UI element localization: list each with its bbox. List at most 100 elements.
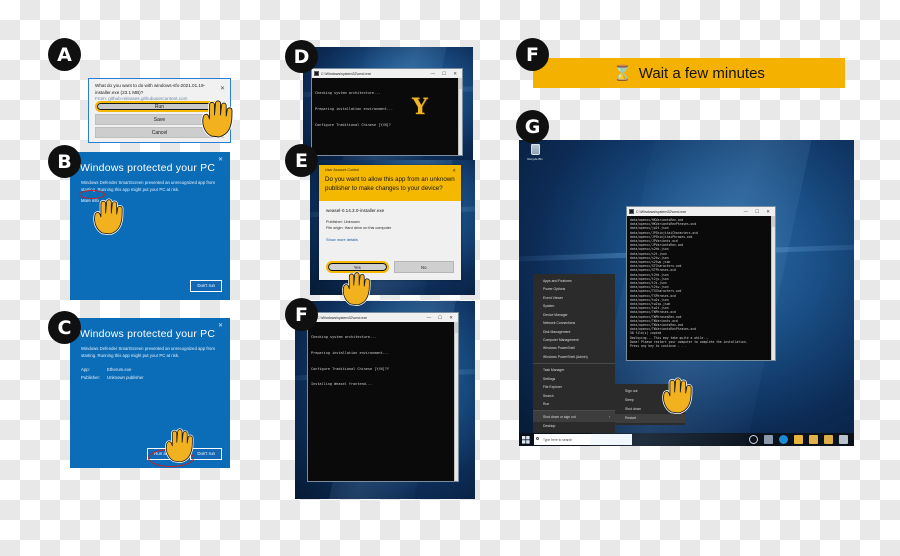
windows-logo-icon — [522, 435, 530, 444]
minimize-icon[interactable]: — — [744, 209, 749, 214]
taskbar-search-input[interactable]: Type here to search — [534, 434, 632, 445]
chevron-right-icon: › — [608, 415, 610, 420]
publisher-row: Publisher: Unknown publisher — [81, 374, 219, 381]
cmd-scrollbar-thumb[interactable] — [459, 78, 462, 89]
step-badge-b-1: B — [48, 145, 81, 178]
power-menu-item-windows-powershell-admin[interactable]: Windows PowerShell (Admin) — [533, 353, 615, 361]
edge-icon[interactable] — [779, 435, 788, 444]
cmd-line: Configure Traditional Chinese [Y/N]? — [315, 122, 391, 127]
desktop-background-e: User Account Control ✕ Do you want to al… — [310, 160, 475, 295]
hand-cursor-icon — [165, 428, 194, 463]
close-icon[interactable]: ✕ — [766, 209, 770, 215]
cortana-icon[interactable] — [749, 435, 758, 444]
step-badge-e-4: E — [285, 144, 318, 177]
power-menu-item-windows-powershell[interactable]: Windows PowerShell — [533, 344, 615, 352]
power-menu-item-file-explorer[interactable]: File Explorer — [533, 383, 615, 391]
cmd-title-text: C:\Windows\system32\cmd.exe — [321, 71, 372, 76]
power-menu-item-computer-management[interactable]: Computer Management — [533, 336, 615, 344]
cmd-title-text: C:\Windows\system32\cmd.exe — [636, 209, 687, 214]
close-icon[interactable]: ✕ — [449, 315, 453, 321]
cmd-scrollbar[interactable] — [458, 78, 462, 155]
cmd-icon[interactable] — [839, 435, 848, 444]
task-view-icon[interactable] — [764, 435, 773, 444]
power-menu-item-settings[interactable]: Settings — [533, 374, 615, 382]
power-menu-item-run[interactable]: Run — [533, 400, 615, 408]
cmd-title-bar[interactable]: C:\Windows\system32\cmd.exe — ☐ ✕ — [312, 69, 462, 78]
cmd-scrollbar-thumb[interactable] — [455, 322, 458, 333]
start-button[interactable] — [519, 435, 533, 444]
smartscreen-title: Windows protected your PC — [80, 162, 216, 174]
run-button-label: Run — [154, 103, 165, 110]
step-badge-g-7: G — [516, 110, 549, 143]
illustration-stage: What do you want to do with windows-sfx-… — [0, 0, 900, 556]
cmd-title-bar[interactable]: C:\Windows\system32\cmd.exe — ☐ ✕ — [627, 207, 775, 216]
cmd-scrollbar[interactable] — [771, 216, 775, 360]
uac-dialog-tag: User Account Control — [325, 168, 359, 172]
maximize-icon[interactable]: ☐ — [438, 315, 442, 321]
power-submenu-item-label: Sleep — [625, 398, 634, 403]
power-menu-item-system[interactable]: System — [533, 302, 615, 310]
cmd-icon — [629, 209, 634, 214]
power-menu-item-device-manager[interactable]: Device Manager — [533, 310, 615, 318]
wait-banner: ⌛ Wait a few minutes — [533, 58, 845, 88]
close-icon[interactable]: ✕ — [218, 322, 223, 329]
power-menu-item-network-connections[interactable]: Network Connections — [533, 319, 615, 327]
step-badge-c-2: C — [48, 311, 81, 344]
power-menu-item-event-viewer[interactable]: Event Viewer — [533, 294, 615, 302]
power-menu-item-power-options[interactable]: Power Options — [533, 285, 615, 293]
wait-banner-text: Wait a few minutes — [638, 64, 765, 82]
power-menu-item-label: Desktop — [543, 423, 556, 428]
store-icon[interactable] — [809, 435, 818, 444]
cmd-line: Installing Weasel frontend... — [311, 382, 373, 387]
app-value: Etherum.exe — [107, 367, 132, 373]
power-menu-item-label: Disk Management — [543, 329, 571, 334]
uac-dialog: User Account Control ✕ Do you want to al… — [319, 165, 461, 280]
recycle-bin-icon — [530, 144, 540, 155]
power-menu-item-search[interactable]: Search — [533, 391, 615, 399]
close-icon[interactable]: ✕ — [220, 85, 225, 94]
dont-run-button-label: Don't run — [197, 450, 215, 456]
desktop-background-d: C:\Windows\system32\cmd.exe — ☐ ✕ Checki… — [303, 47, 473, 165]
file-explorer-icon[interactable] — [794, 435, 803, 444]
cmd-icon — [314, 71, 319, 76]
power-menu-item-task-manager[interactable]: Task Manager — [533, 363, 615, 374]
cmd-title-bar[interactable]: C:\Windows\system32\cmd.exe — ☐ ✕ — [308, 313, 458, 322]
power-menu-item-label: Apps and Features — [543, 278, 572, 283]
no-button[interactable]: No — [393, 261, 454, 273]
mail-icon[interactable] — [824, 435, 833, 444]
cmd-output-g: data/opencc/HKVariantsRev.ocd data/opencc… — [627, 216, 775, 360]
hand-cursor-icon — [201, 99, 234, 138]
close-icon[interactable]: ✕ — [452, 168, 456, 174]
power-menu-item-shut-down-or-sign-out[interactable]: Shut down or sign out › — [533, 410, 615, 422]
smartscreen-body-text: Windows Defender SmartScreen prevented a… — [81, 346, 215, 358]
desktop-icon-recycle-bin[interactable]: Recycle Bin — [526, 144, 544, 161]
cancel-button-label: Cancel — [151, 129, 168, 136]
power-menu-item-label: Run — [543, 402, 550, 407]
close-icon[interactable]: ✕ — [218, 156, 223, 163]
power-menu-item-label: File Explorer — [543, 385, 563, 390]
taskbar: Type here to search — [519, 433, 854, 446]
power-menu-item-desktop[interactable]: Desktop — [533, 422, 615, 430]
cmd-scrollbar[interactable] — [454, 322, 458, 481]
cmd-line: Checking system architecture... — [315, 90, 381, 95]
close-icon[interactable]: ✕ — [453, 71, 457, 77]
cmd-line: Checking system architecture... — [311, 334, 377, 339]
power-menu-item-label: Power Options — [543, 287, 566, 292]
power-menu-item-apps-and-features[interactable]: Apps and Features — [533, 277, 615, 285]
minimize-icon[interactable]: — — [431, 71, 436, 76]
step-badge-f-5: F — [285, 298, 318, 331]
power-menu-item-label: Event Viewer — [543, 295, 563, 300]
power-submenu-item-restart[interactable]: Restart — [615, 413, 685, 423]
cmd-scrollbar-thumb[interactable] — [772, 216, 775, 227]
desktop-icon-label: Recycle Bin — [527, 156, 543, 161]
dont-run-button-label: Don't run — [197, 282, 215, 288]
minimize-icon[interactable]: — — [427, 315, 432, 320]
maximize-icon[interactable]: ☐ — [755, 209, 759, 215]
power-menu-item-disk-management[interactable]: Disk Management — [533, 327, 615, 335]
maximize-icon[interactable]: ☐ — [442, 71, 446, 77]
dont-run-button[interactable]: Don't run — [190, 279, 222, 292]
power-menu-item-label: Task Manager — [543, 368, 565, 373]
power-menu-item-label: Windows PowerShell — [543, 346, 575, 351]
show-more-details-link[interactable]: Show more details — [326, 237, 454, 242]
no-button-label: No — [421, 264, 427, 270]
